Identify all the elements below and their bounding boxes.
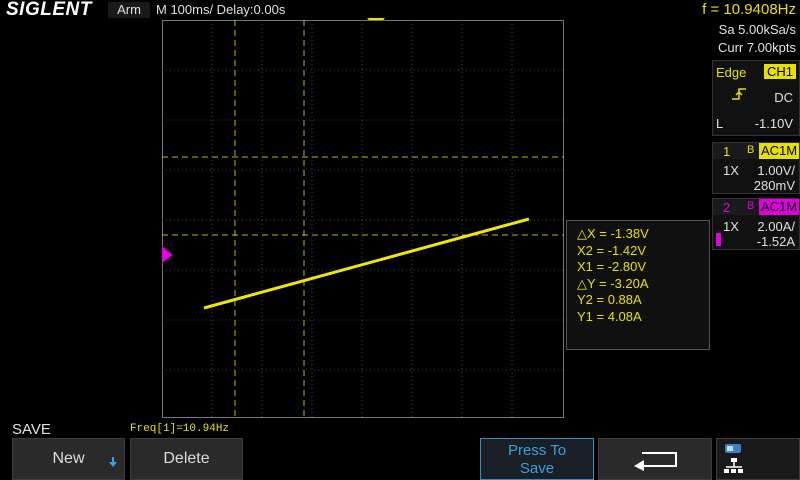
channel-1-coupling: AC1M: [759, 143, 800, 159]
trigger-type: Edge: [716, 65, 747, 80]
cursor-measurement-box: △X = -1.38V X2 = -1.42V X1 = -2.80V △Y =…: [566, 220, 710, 350]
waveform-grid[interactable]: [162, 20, 564, 418]
press-to-save-line2: Save: [519, 460, 555, 477]
channel-2-number: 2: [723, 200, 731, 215]
channel-1-header: 1 B AC1M: [713, 143, 800, 159]
channel-2-header: 2 B AC1M: [713, 199, 800, 215]
memory-depth: Curr 7.00kpts: [717, 40, 796, 55]
return-arrow-icon: [634, 452, 677, 471]
delete-button[interactable]: Delete: [130, 438, 243, 480]
channel-1-offset: 280mV: [753, 178, 795, 193]
brand-logo: SIGLENT: [6, 0, 92, 20]
trigger-level: -1.10V: [754, 116, 793, 131]
trigger-panel[interactable]: Edge CH1 DC L -1.10V: [712, 60, 800, 136]
run-state-badge[interactable]: Arm: [108, 2, 150, 18]
trigger-level-label: L: [716, 116, 724, 131]
new-button-label: New: [52, 450, 85, 467]
channel-1-probe: 1X: [723, 163, 739, 178]
frequency-counter: Freq[1]=10.94Hz: [130, 423, 230, 435]
cursor-y1-value: Y1 = 4.08A: [577, 308, 642, 324]
channel-2-coupling: AC1M: [759, 199, 800, 215]
menu-title: SAVE: [12, 421, 51, 438]
network-icon: [724, 444, 743, 473]
arrow-down-icon: [109, 457, 117, 467]
channel-2-panel[interactable]: 2 B AC1M 1X 2.00A/ -1.52A: [712, 198, 800, 250]
cursor-x2-value: X2 = -1.42V: [577, 242, 647, 258]
press-to-save-button[interactable]: Press To Save: [480, 438, 594, 480]
sample-rate: Sa 5.00kSa/s: [718, 22, 796, 37]
frequency-readout: f = 10.9408Hz: [702, 1, 796, 18]
cursor-delta-y: △Y = -3.20A: [577, 275, 649, 291]
press-to-save-line1: Press To: [507, 442, 567, 459]
channel-2-probe: 1X: [723, 219, 739, 234]
cursor-x1-value: X1 = -2.80V: [577, 259, 647, 274]
trigger-source: CH1: [763, 64, 796, 79]
channel-1-bw-limit: B: [747, 144, 755, 156]
cursor-delta-x: △X = -1.38V: [577, 226, 649, 241]
channel-1-panel[interactable]: 1 B AC1M 1X 1.00V/ 280mV: [712, 142, 800, 194]
timebase-readout[interactable]: M 100ms/ Delay:0.00s: [156, 2, 285, 18]
channel-2-scale: 2.00A/: [757, 219, 795, 234]
channel-1-scale: 1.00V/: [757, 163, 795, 178]
channel-1-number: 1: [723, 144, 731, 159]
channel-2-bw-limit: B: [747, 200, 755, 212]
rising-edge-icon: [732, 88, 746, 100]
new-button[interactable]: New: [12, 438, 125, 480]
cursor-y2-value: Y2 = 0.88A: [577, 292, 642, 307]
back-button[interactable]: [598, 438, 712, 480]
channel-2-offset: -1.52A: [756, 234, 795, 249]
trigger-coupling: DC: [774, 90, 793, 105]
channel-2-offset-marker[interactable]: [162, 246, 174, 264]
delete-button-label: Delete: [163, 450, 210, 467]
network-status[interactable]: [716, 438, 800, 480]
channel-2-active-marker: [716, 233, 721, 246]
